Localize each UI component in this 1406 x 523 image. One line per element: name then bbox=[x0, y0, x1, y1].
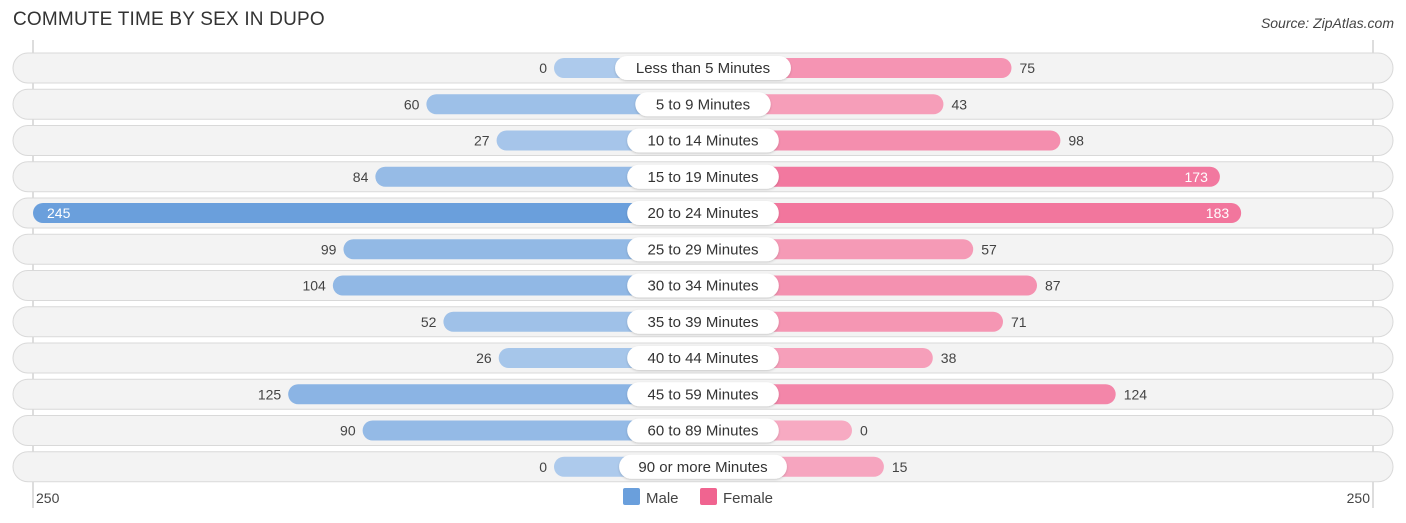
value-label-female: 71 bbox=[1011, 314, 1027, 330]
category-label: 15 to 19 Minutes bbox=[648, 169, 759, 186]
value-label-male: 26 bbox=[476, 350, 492, 366]
value-label-male: 90 bbox=[340, 423, 356, 439]
category-label: 20 to 24 Minutes bbox=[648, 205, 759, 222]
category-label: 30 to 34 Minutes bbox=[648, 278, 759, 295]
value-label-female: 57 bbox=[981, 241, 997, 257]
axis-label-left: 250 bbox=[36, 490, 60, 506]
value-label-female: 124 bbox=[1124, 386, 1148, 402]
value-label-male: 52 bbox=[421, 314, 437, 330]
chart: 0 75 Less than 5 Minutes 60 43 5 to 9 Minutes… bbox=[12, 40, 1394, 508]
value-label-female: 75 bbox=[1019, 60, 1035, 76]
chart-row: 60 43 5 to 9 Minutes bbox=[12, 88, 1394, 120]
chart-row: 84 173 15 to 19 Minutes bbox=[12, 161, 1394, 193]
chart-row: 0 15 90 or more Minutes bbox=[12, 451, 1394, 483]
value-label-female: 38 bbox=[941, 350, 957, 366]
category-label: 45 to 59 Minutes bbox=[648, 386, 759, 403]
bar-female bbox=[703, 203, 1242, 223]
chart-row: 245 183 20 to 24 Minutes bbox=[12, 197, 1394, 229]
value-label-female: 173 bbox=[1185, 169, 1209, 185]
legend-label-female: Female bbox=[723, 490, 773, 507]
value-label-male: 27 bbox=[474, 133, 490, 149]
chart-row: 0 75 Less than 5 Minutes bbox=[12, 52, 1394, 84]
chart-row: 27 98 10 to 14 Minutes bbox=[12, 125, 1394, 156]
value-label-female: 15 bbox=[892, 459, 908, 475]
category-label: 25 to 29 Minutes bbox=[648, 241, 759, 258]
value-label-female: 87 bbox=[1045, 278, 1061, 294]
value-label-male: 60 bbox=[404, 96, 420, 112]
legend-label-male: Male bbox=[646, 490, 679, 507]
legend: Male Female bbox=[623, 488, 773, 507]
chart-row: 125 124 45 to 59 Minutes bbox=[12, 378, 1394, 410]
value-label-male: 99 bbox=[321, 241, 337, 257]
chart-row: 99 57 25 to 29 Minutes bbox=[12, 233, 1394, 265]
value-label-male: 245 bbox=[47, 205, 71, 221]
value-label-male: 125 bbox=[258, 386, 282, 402]
legend-swatch-male bbox=[623, 488, 640, 505]
axis-label-right: 250 bbox=[1347, 490, 1371, 506]
category-label: Less than 5 Minutes bbox=[636, 60, 770, 77]
value-label-female: 183 bbox=[1206, 205, 1230, 221]
bar-male bbox=[33, 203, 703, 223]
category-label: 10 to 14 Minutes bbox=[648, 133, 759, 150]
value-label-female: 98 bbox=[1068, 133, 1084, 149]
value-label-male: 0 bbox=[539, 459, 547, 475]
category-label: 40 to 44 Minutes bbox=[648, 350, 759, 367]
bar-female bbox=[703, 166, 1220, 187]
value-label-male: 104 bbox=[302, 278, 326, 294]
chart-row: 104 87 30 to 34 Minutes bbox=[12, 270, 1394, 301]
category-label: 35 to 39 Minutes bbox=[648, 314, 759, 331]
chart-row: 26 38 40 to 44 Minutes bbox=[12, 342, 1394, 374]
value-label-female: 43 bbox=[951, 96, 967, 112]
chart-row: 52 71 35 to 39 Minutes bbox=[12, 306, 1394, 338]
category-label: 5 to 9 Minutes bbox=[656, 96, 750, 113]
legend-swatch-female bbox=[700, 488, 717, 505]
chart-row: 90 0 60 to 89 Minutes bbox=[12, 415, 1394, 446]
category-label: 90 or more Minutes bbox=[638, 459, 767, 476]
value-label-male: 0 bbox=[539, 60, 547, 76]
value-label-male: 84 bbox=[353, 169, 369, 185]
category-label: 60 to 89 Minutes bbox=[648, 423, 759, 440]
value-label-female: 0 bbox=[860, 423, 868, 439]
